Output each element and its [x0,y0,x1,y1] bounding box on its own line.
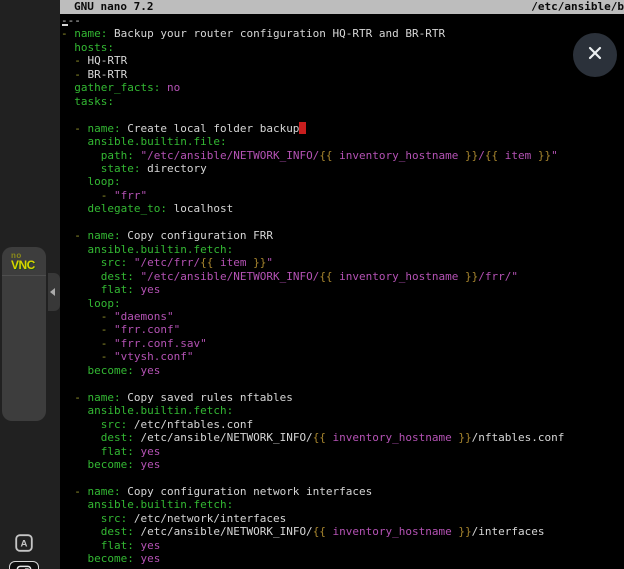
editor-line: dest: "/etc/ansible/NETWORK_INFO/{{ inve… [61,270,624,283]
editor-line: path: "/etc/ansible/NETWORK_INFO/{{ inve… [61,149,624,162]
editor-line: become: yes [61,458,624,471]
editor-line: tasks: [61,95,624,108]
clipboard-a-icon: A [13,532,35,558]
editor-line: - name: Backup your router configuration… [61,27,624,40]
editor-line [61,216,624,229]
novnc-logo-bottom: VNC [11,259,46,271]
editor-lines[interactable]: ---- name: Backup your router configurat… [60,14,624,569]
editor-line: - "daemons" [61,310,624,323]
editor-line: - name: Create local folder backup [61,122,624,135]
nano-titlebar: GNU nano 7.2 /etc/ansible/b [60,0,624,14]
editor-line: loop: [61,175,624,188]
editor-line: ansible.builtin.fetch: [61,404,624,417]
editor-line: ansible.builtin.fetch: [61,243,624,256]
editor-line: - "frr" [61,189,624,202]
svg-text:A: A [21,539,28,550]
editor-line: src: /etc/nftables.conf [61,418,624,431]
fullscreen-button[interactable] [9,561,39,569]
editor-line: - name: Copy configuration FRR [61,229,624,242]
nano-filename-label: /etc/ansible/b [531,0,624,14]
editor-line: - "frr.conf" [61,323,624,336]
editor-line: flat: yes [61,445,624,458]
editor-line: state: directory [61,162,624,175]
editor-line: flat: yes [61,283,624,296]
editor-line [61,471,624,484]
vnc-sidebar: no VNC A [0,0,60,569]
editor-line: - "frr.conf.sav" [61,337,624,350]
editor-line: become: yes [61,552,624,565]
editor-line [61,377,624,390]
novnc-logo: no VNC [2,247,46,276]
editor-line [61,108,624,121]
collapse-left-arrow-icon [50,288,55,296]
editor-line: - "vtysh.conf" [61,350,624,363]
x-icon [586,44,604,66]
editor-line: hosts: [61,41,624,54]
editor-line: ansible.builtin.file: [61,135,624,148]
text-cursor-underline [62,24,68,26]
vnc-screen: no VNC A [0,0,624,569]
editor-line: gather_facts: no [61,81,624,94]
close-button[interactable] [573,33,617,77]
editor-line: - name: Copy saved rules nftables [61,391,624,404]
editor-line: - HQ-RTR [61,54,624,67]
editor-line: - BR-RTR [61,68,624,81]
editor-line: --- [61,14,624,27]
novnc-toolbar: no VNC A [2,247,46,421]
fullscreen-icon [14,563,34,569]
editor-line: ansible.builtin.fetch: [61,498,624,511]
clipboard-button[interactable]: A [10,532,38,558]
editor-line: dest: /etc/ansible/NETWORK_INFO/{{ inven… [61,525,624,538]
text-cursor-block [299,122,306,134]
toolbar-handle-button[interactable] [48,273,60,311]
editor-line: - name: Copy configuration network inter… [61,485,624,498]
editor-line: dest: /etc/ansible/NETWORK_INFO/{{ inven… [61,431,624,444]
editor-line: become: yes [61,364,624,377]
editor-line: src: /etc/network/interfaces [61,512,624,525]
editor-line: delegate_to: localhost [61,202,624,215]
editor-line: loop: [61,297,624,310]
terminal-window[interactable]: GNU nano 7.2 /etc/ansible/b ---- name: B… [60,0,624,569]
editor-line: flat: yes [61,539,624,552]
nano-version-label: GNU nano 7.2 [60,0,153,14]
editor-line: src: "/etc/frr/{{ item }}" [61,256,624,269]
